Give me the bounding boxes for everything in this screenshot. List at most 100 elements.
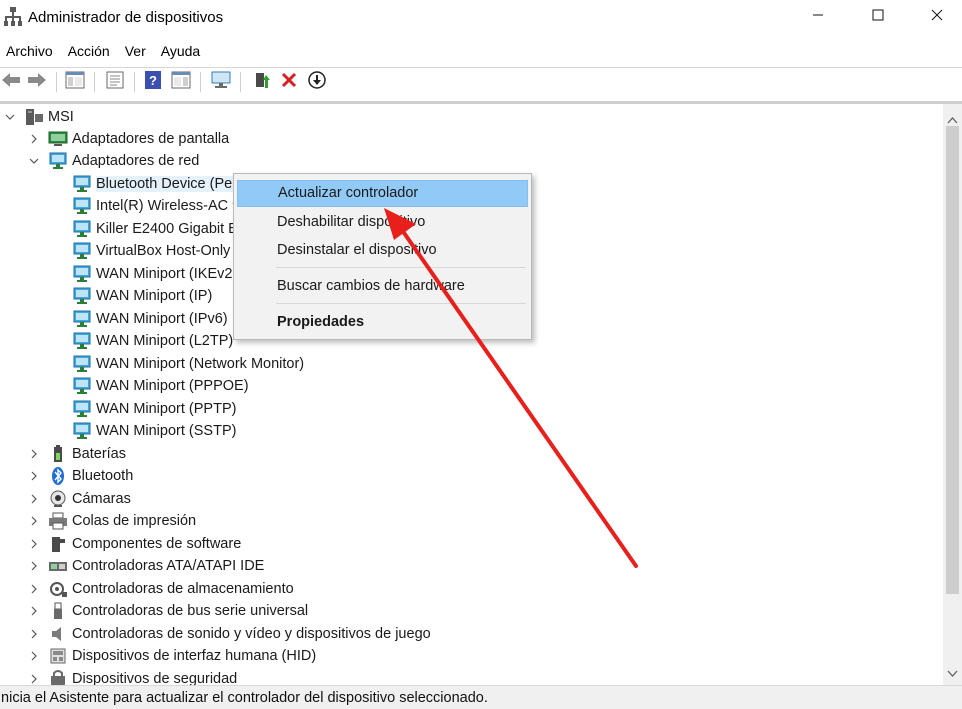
scrollbar-thumb[interactable] <box>946 126 959 594</box>
network-adapter-icon <box>72 355 92 373</box>
chevron-right-icon[interactable] <box>28 470 40 482</box>
display-adapter-icon <box>48 130 68 148</box>
tree-child-wan-pptp[interactable]: WAN Miniport (PPTP) <box>72 398 236 420</box>
ctx-item-uninstall-device[interactable]: Desinstalar el dispositivo <box>237 237 528 264</box>
tree-child-wan-ipv6[interactable]: WAN Miniport (IPv6) <box>72 308 228 330</box>
scan-hardware-button[interactable] <box>210 71 232 93</box>
chevron-right-icon[interactable] <box>28 448 40 460</box>
tree-node-label: Controladoras de sonido y vídeo y dispos… <box>72 626 431 642</box>
tree-node-label: Controladoras de almacenamiento <box>72 581 294 597</box>
network-adapter-icon <box>72 400 92 418</box>
tree-child-virtualbox[interactable]: VirtualBox Host-Only <box>72 240 230 262</box>
scroll-down-icon[interactable] <box>947 665 958 683</box>
tree-child-wan-l2tp[interactable]: WAN Miniport (L2TP) <box>72 330 233 352</box>
tree-child-wan-network-monitor[interactable]: WAN Miniport (Network Monitor) <box>72 353 304 375</box>
close-button[interactable] <box>914 0 960 34</box>
tree-node-label: Controladoras de bus serie universal <box>72 603 309 619</box>
ctx-item-properties[interactable]: Propiedades <box>237 309 528 336</box>
tree-node-baterias[interactable]: Baterías <box>28 443 126 465</box>
toolbar-separator <box>94 72 95 92</box>
tree-node-adaptadores-pantalla[interactable]: Adaptadores de pantalla <box>28 128 229 150</box>
tree-node-label: Killer E2400 Gigabit E <box>96 221 238 237</box>
tree-node-label: WAN Miniport (L2TP) <box>96 333 234 349</box>
forward-button[interactable] <box>26 71 48 93</box>
tree-child-wan-ikev2[interactable]: WAN Miniport (IKEv2 <box>72 263 232 285</box>
tree-node-controladoras-almacenamiento[interactable]: Controladoras de almacenamiento <box>28 578 294 600</box>
tree-child-wan-sstp[interactable]: WAN Miniport (SSTP) <box>72 420 236 442</box>
tree-node-camaras[interactable]: Cámaras <box>28 488 131 510</box>
tree-child-wan-pppoe[interactable]: WAN Miniport (PPPOE) <box>72 375 249 397</box>
tree-child-wan-ip[interactable]: WAN Miniport (IP) <box>72 285 212 307</box>
help-button[interactable]: ? <box>142 70 164 95</box>
menu-bar: Archivo Acción Ver Ayuda <box>0 40 962 64</box>
chevron-right-icon[interactable] <box>28 605 40 617</box>
vertical-scrollbar[interactable] <box>943 104 962 685</box>
tree-node-controladoras-ata[interactable]: Controladoras ATA/ATAPI IDE <box>28 555 264 577</box>
close-icon <box>931 8 943 26</box>
toolbar-separator <box>134 72 135 92</box>
properties-button[interactable] <box>104 71 126 93</box>
tree-child-bluetooth-device[interactable]: Bluetooth Device (Per <box>72 173 238 195</box>
update-driver-button[interactable] <box>251 71 273 93</box>
context-menu-separator <box>276 267 526 268</box>
camera-icon <box>48 490 68 508</box>
show-hide-console-tree-button[interactable] <box>64 71 86 93</box>
chevron-right-icon[interactable] <box>28 560 40 572</box>
tree-node-controladoras-sonido[interactable]: Controladoras de sonido y vídeo y dispos… <box>28 623 431 645</box>
ctx-item-disable-device[interactable]: Deshabilitar dispositivo <box>237 209 528 236</box>
tree-node-label: Bluetooth Device (Per <box>96 176 238 192</box>
tree-node-label: VirtualBox Host-Only <box>96 243 231 259</box>
menu-ver[interactable]: Ver <box>119 40 152 64</box>
toolbar-separator <box>200 72 201 92</box>
tree-node-label: Bluetooth <box>72 468 134 484</box>
chevron-right-icon[interactable] <box>28 583 40 595</box>
network-adapter-icon <box>72 175 92 193</box>
network-adapter-icon <box>72 287 92 305</box>
back-button[interactable] <box>0 71 22 93</box>
disable-button[interactable] <box>306 70 328 93</box>
tree-node-controladoras-usb[interactable]: Controladoras de bus serie universal <box>28 600 308 622</box>
tree-node-label: Baterías <box>72 446 126 462</box>
network-adapter-icon <box>72 265 92 283</box>
chevron-right-icon[interactable] <box>28 673 40 685</box>
chevron-down-icon[interactable] <box>4 111 16 123</box>
tree-node-componentes-software[interactable]: Componentes de software <box>28 533 241 555</box>
chevron-right-icon[interactable] <box>28 628 40 640</box>
tree-node-label: WAN Miniport (IPv6) <box>96 311 228 327</box>
maximize-button[interactable] <box>855 0 901 34</box>
tree-node-label: Adaptadores de pantalla <box>72 131 230 147</box>
chevron-right-icon[interactable] <box>28 515 40 527</box>
ctx-item-update-driver[interactable]: Actualizar controlador <box>237 180 528 207</box>
menu-accion[interactable]: Acción <box>62 40 116 64</box>
chevron-right-icon[interactable] <box>28 133 40 145</box>
printer-icon <box>48 512 68 530</box>
uninstall-button[interactable] <box>278 71 300 93</box>
tree-child-intel-wireless[interactable]: Intel(R) Wireless-AC 9 <box>72 195 240 217</box>
forward-icon <box>27 72 47 93</box>
tree-root-msi[interactable]: MSI <box>4 106 74 128</box>
bluetooth-icon <box>48 467 68 485</box>
tree-node-adaptadores-red[interactable]: Adaptadores de red <box>28 150 199 172</box>
tree-node-dispositivos-seguridad[interactable]: Dispositivos de seguridad <box>28 668 237 685</box>
status-text: Inicia el Asistente para actualizar el c… <box>0 690 488 706</box>
tree-node-colas-impresion[interactable]: Colas de impresión <box>28 510 196 532</box>
battery-icon <box>48 445 68 463</box>
tree-child-killer[interactable]: Killer E2400 Gigabit E <box>72 218 238 240</box>
network-adapter-icon <box>48 152 68 170</box>
menu-archivo[interactable]: Archivo <box>0 40 59 64</box>
minimize-button[interactable] <box>795 0 841 34</box>
help-icon: ? <box>144 70 162 95</box>
context-menu: Actualizar controlador Deshabilitar disp… <box>233 173 532 340</box>
update-driver-icon <box>253 70 271 95</box>
tree-node-dispositivos-hid[interactable]: Dispositivos de interfaz humana (HID) <box>28 645 316 667</box>
chevron-right-icon[interactable] <box>28 493 40 505</box>
ctx-item-scan-hardware[interactable]: Buscar cambios de hardware <box>237 273 528 300</box>
computer-icon <box>24 108 44 126</box>
chevron-right-icon[interactable] <box>28 538 40 550</box>
menu-ayuda[interactable]: Ayuda <box>155 40 206 64</box>
action-pane-button[interactable] <box>170 71 192 93</box>
chevron-down-icon[interactable] <box>28 155 40 167</box>
tree-node-bluetooth[interactable]: Bluetooth <box>28 465 133 487</box>
chevron-right-icon[interactable] <box>28 650 40 662</box>
storage-controller-icon <box>48 580 68 598</box>
